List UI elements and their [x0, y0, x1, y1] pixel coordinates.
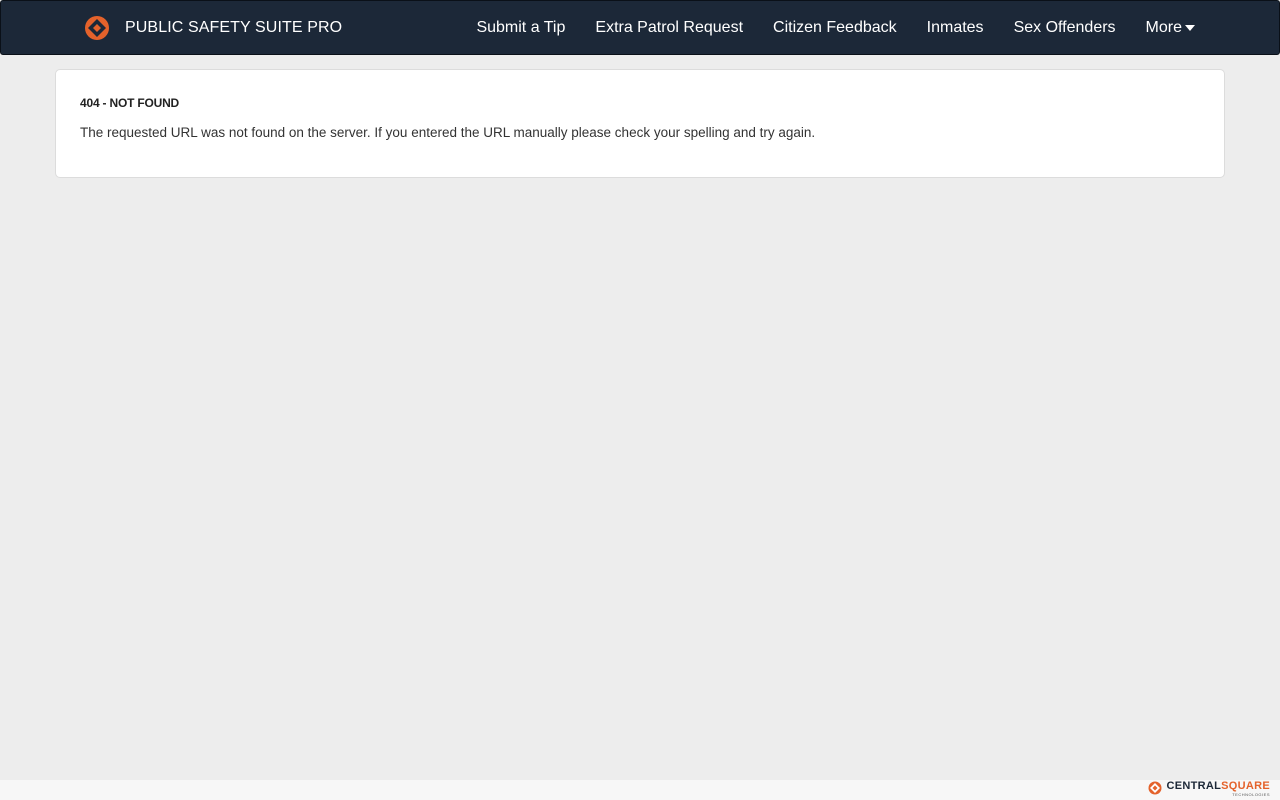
- error-message: The requested URL was not found on the s…: [80, 125, 816, 140]
- nav-link-extra-patrol-request[interactable]: Extra Patrol Request: [595, 19, 743, 37]
- more-dropdown[interactable]: More: [1146, 19, 1195, 37]
- nav-link-inmates[interactable]: Inmates: [927, 19, 984, 37]
- error-card: 404 - NOT FOUND The requested URL was no…: [55, 69, 1225, 178]
- centralsquare-logo[interactable]: CENTRALSQUARE TECHNOLOGIES: [1148, 780, 1270, 800]
- footer-brand-square: SQUARE: [1221, 780, 1270, 792]
- diamond-logo-icon: [1148, 781, 1162, 795]
- footer-brand-sub: TECHNOLOGIES: [1232, 792, 1270, 797]
- brand[interactable]: PUBLIC SAFETY SUITE PRO: [85, 15, 342, 41]
- nav-links: Submit a Tip Extra Patrol Request Citize…: [446, 1, 1195, 54]
- nav-link-citizen-feedback[interactable]: Citizen Feedback: [773, 19, 897, 37]
- more-dropdown-label: More: [1145, 18, 1182, 36]
- error-title: 404 - NOT FOUND: [80, 96, 180, 110]
- diamond-logo-icon: [85, 16, 109, 40]
- footer: CENTRALSQUARE TECHNOLOGIES: [0, 780, 1280, 800]
- nav-link-submit-tip[interactable]: Submit a Tip: [476, 19, 565, 37]
- caret-down-icon: [1185, 25, 1195, 31]
- top-navbar: PUBLIC SAFETY SUITE PRO Submit a Tip Ext…: [0, 0, 1280, 55]
- footer-brand-central: CENTRAL: [1166, 780, 1222, 792]
- brand-title: PUBLIC SAFETY SUITE PRO: [125, 19, 343, 36]
- nav-link-sex-offenders[interactable]: Sex Offenders: [1014, 19, 1116, 37]
